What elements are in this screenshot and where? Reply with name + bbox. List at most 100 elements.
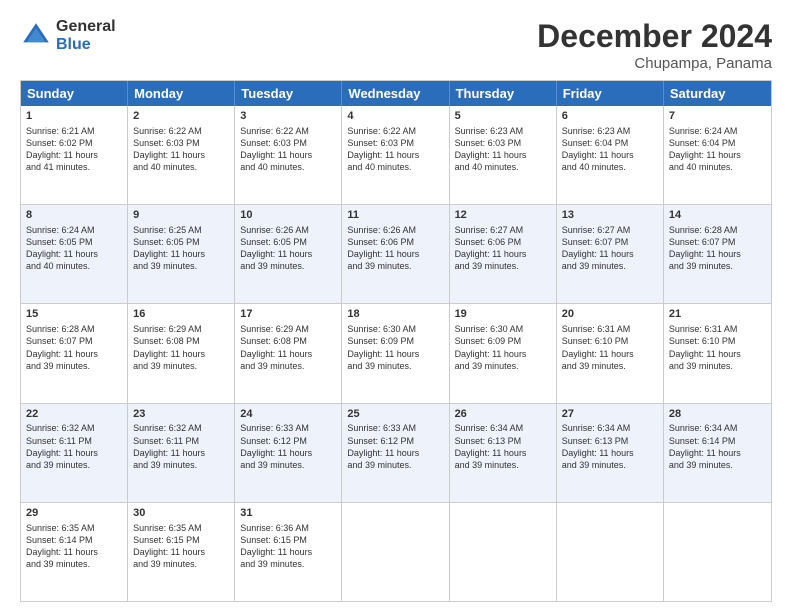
calendar-cell: 1Sunrise: 6:21 AMSunset: 6:02 PMDaylight… xyxy=(21,106,128,204)
day-number: 30 xyxy=(133,506,229,521)
day-info: Daylight: 11 hours xyxy=(455,248,551,260)
calendar-cell: 11Sunrise: 6:26 AMSunset: 6:06 PMDayligh… xyxy=(342,205,449,303)
day-info: Sunset: 6:05 PM xyxy=(240,236,336,248)
day-number: 5 xyxy=(455,109,551,124)
day-info: Sunset: 6:02 PM xyxy=(26,137,122,149)
day-info: Sunset: 6:11 PM xyxy=(133,435,229,447)
day-number: 7 xyxy=(669,109,766,124)
day-info: Sunrise: 6:34 AM xyxy=(562,422,658,434)
calendar-row: 29Sunrise: 6:35 AMSunset: 6:14 PMDayligh… xyxy=(21,502,771,601)
calendar-cell: 25Sunrise: 6:33 AMSunset: 6:12 PMDayligh… xyxy=(342,404,449,502)
calendar-cell: 19Sunrise: 6:30 AMSunset: 6:09 PMDayligh… xyxy=(450,304,557,402)
day-number: 12 xyxy=(455,208,551,223)
calendar-body: 1Sunrise: 6:21 AMSunset: 6:02 PMDaylight… xyxy=(21,106,771,601)
day-number: 6 xyxy=(562,109,658,124)
day-info: Daylight: 11 hours xyxy=(347,248,443,260)
day-info: Sunset: 6:04 PM xyxy=(562,137,658,149)
day-info: and 39 minutes. xyxy=(562,360,658,372)
day-info: and 40 minutes. xyxy=(669,161,766,173)
day-number: 25 xyxy=(347,407,443,422)
day-info: Sunrise: 6:26 AM xyxy=(347,224,443,236)
day-info: and 39 minutes. xyxy=(347,459,443,471)
day-info: Daylight: 11 hours xyxy=(347,149,443,161)
day-info: and 39 minutes. xyxy=(455,459,551,471)
day-number: 3 xyxy=(240,109,336,124)
day-number: 29 xyxy=(26,506,122,521)
day-info: Sunrise: 6:25 AM xyxy=(133,224,229,236)
day-info: Sunset: 6:15 PM xyxy=(133,534,229,546)
day-number: 23 xyxy=(133,407,229,422)
logo-blue: Blue xyxy=(56,36,116,54)
day-info: and 39 minutes. xyxy=(669,260,766,272)
day-info: Sunset: 6:04 PM xyxy=(669,137,766,149)
day-number: 1 xyxy=(26,109,122,124)
calendar-cell xyxy=(664,503,771,601)
day-info: Daylight: 11 hours xyxy=(669,348,766,360)
day-info: Sunset: 6:09 PM xyxy=(455,335,551,347)
day-number: 11 xyxy=(347,208,443,223)
calendar-cell xyxy=(557,503,664,601)
calendar-cell: 4Sunrise: 6:22 AMSunset: 6:03 PMDaylight… xyxy=(342,106,449,204)
calendar-cell: 28Sunrise: 6:34 AMSunset: 6:14 PMDayligh… xyxy=(664,404,771,502)
day-info: Sunset: 6:07 PM xyxy=(669,236,766,248)
day-number: 28 xyxy=(669,407,766,422)
calendar-cell: 9Sunrise: 6:25 AMSunset: 6:05 PMDaylight… xyxy=(128,205,235,303)
day-info: Sunrise: 6:29 AM xyxy=(240,323,336,335)
day-info: Sunset: 6:06 PM xyxy=(347,236,443,248)
calendar-cell xyxy=(450,503,557,601)
calendar-cell: 3Sunrise: 6:22 AMSunset: 6:03 PMDaylight… xyxy=(235,106,342,204)
day-info: Sunset: 6:12 PM xyxy=(240,435,336,447)
day-info: Daylight: 11 hours xyxy=(133,447,229,459)
calendar-cell: 10Sunrise: 6:26 AMSunset: 6:05 PMDayligh… xyxy=(235,205,342,303)
day-info: Daylight: 11 hours xyxy=(26,348,122,360)
calendar: SundayMondayTuesdayWednesdayThursdayFrid… xyxy=(20,80,772,602)
day-info: and 39 minutes. xyxy=(133,558,229,570)
calendar-cell xyxy=(342,503,449,601)
day-info: Daylight: 11 hours xyxy=(133,546,229,558)
day-info: Sunrise: 6:24 AM xyxy=(669,125,766,137)
day-info: Daylight: 11 hours xyxy=(669,248,766,260)
day-number: 31 xyxy=(240,506,336,521)
logo-text: General Blue xyxy=(56,18,116,53)
day-info: Daylight: 11 hours xyxy=(347,447,443,459)
day-info: Sunrise: 6:29 AM xyxy=(133,323,229,335)
day-info: and 40 minutes. xyxy=(240,161,336,173)
calendar-row: 15Sunrise: 6:28 AMSunset: 6:07 PMDayligh… xyxy=(21,303,771,402)
day-info: Sunset: 6:15 PM xyxy=(240,534,336,546)
day-info: Daylight: 11 hours xyxy=(26,149,122,161)
day-info: Sunrise: 6:33 AM xyxy=(347,422,443,434)
day-info: and 39 minutes. xyxy=(26,360,122,372)
day-info: Daylight: 11 hours xyxy=(455,447,551,459)
day-info: Sunrise: 6:23 AM xyxy=(455,125,551,137)
day-info: Sunset: 6:08 PM xyxy=(133,335,229,347)
page: General Blue December 2024 Chupampa, Pan… xyxy=(0,0,792,612)
day-info: and 40 minutes. xyxy=(347,161,443,173)
calendar-cell: 13Sunrise: 6:27 AMSunset: 6:07 PMDayligh… xyxy=(557,205,664,303)
day-info: Sunset: 6:12 PM xyxy=(347,435,443,447)
day-info: Sunrise: 6:30 AM xyxy=(347,323,443,335)
day-number: 4 xyxy=(347,109,443,124)
day-info: Sunrise: 6:27 AM xyxy=(562,224,658,236)
day-info: and 39 minutes. xyxy=(347,360,443,372)
day-info: Sunset: 6:09 PM xyxy=(347,335,443,347)
day-info: and 40 minutes. xyxy=(455,161,551,173)
day-info: and 39 minutes. xyxy=(669,360,766,372)
calendar-cell: 16Sunrise: 6:29 AMSunset: 6:08 PMDayligh… xyxy=(128,304,235,402)
calendar-cell: 27Sunrise: 6:34 AMSunset: 6:13 PMDayligh… xyxy=(557,404,664,502)
day-info: Sunset: 6:10 PM xyxy=(562,335,658,347)
day-info: and 39 minutes. xyxy=(133,459,229,471)
day-info: Sunset: 6:13 PM xyxy=(562,435,658,447)
day-info: Sunrise: 6:24 AM xyxy=(26,224,122,236)
calendar-row: 8Sunrise: 6:24 AMSunset: 6:05 PMDaylight… xyxy=(21,204,771,303)
day-info: Daylight: 11 hours xyxy=(240,149,336,161)
day-info: Daylight: 11 hours xyxy=(133,248,229,260)
day-info: Daylight: 11 hours xyxy=(347,348,443,360)
day-info: Sunrise: 6:30 AM xyxy=(455,323,551,335)
calendar-cell: 22Sunrise: 6:32 AMSunset: 6:11 PMDayligh… xyxy=(21,404,128,502)
day-info: Sunrise: 6:22 AM xyxy=(133,125,229,137)
header: General Blue December 2024 Chupampa, Pan… xyxy=(20,18,772,72)
calendar-header-cell: Friday xyxy=(557,81,664,106)
calendar-cell: 31Sunrise: 6:36 AMSunset: 6:15 PMDayligh… xyxy=(235,503,342,601)
day-number: 13 xyxy=(562,208,658,223)
day-info: Sunrise: 6:31 AM xyxy=(562,323,658,335)
